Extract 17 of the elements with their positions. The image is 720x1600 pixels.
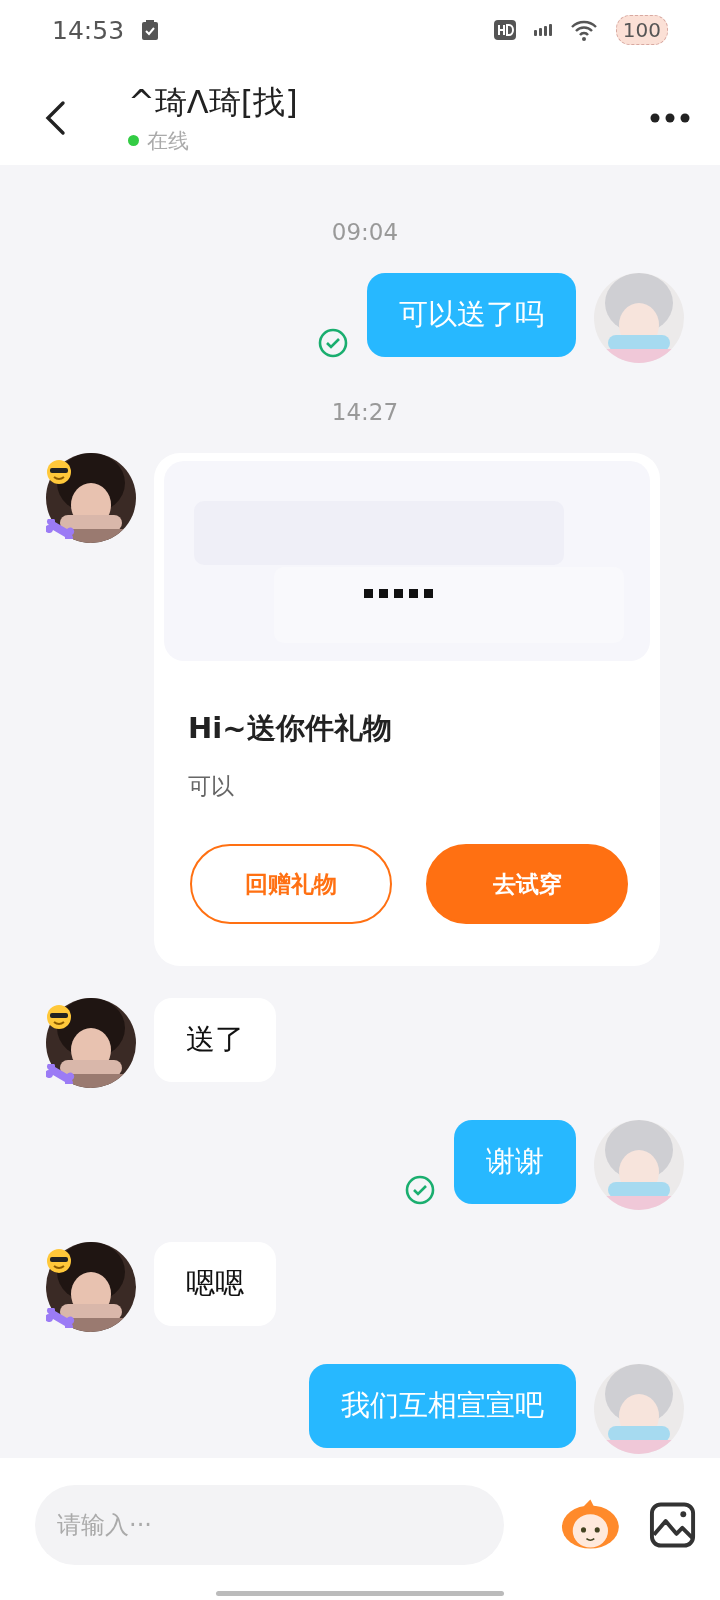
message-time: 09:04 (331, 219, 399, 245)
gift-action-button[interactable]: 去试穿 (426, 844, 628, 924)
message-input[interactable]: 请输入··· (35, 1485, 505, 1565)
status-time: 14:53 (52, 15, 125, 45)
gift-card[interactable]: Hi~送你件礼物 可以 回赠礼物 去试穿 (154, 453, 660, 966)
battery-level: 100 (615, 15, 668, 45)
gift-title: Hi~送你件礼物 (188, 710, 393, 747)
message-bubble: 嗯嗯 (154, 1242, 276, 1326)
message-bubble: 我们互相宣宣吧 (309, 1364, 576, 1448)
gift-message: 可以 (188, 772, 235, 801)
message-bubble: 送了 (154, 998, 276, 1082)
message-bubble: 可以送了吗 (367, 273, 576, 357)
message-bubble: 谢谢 (454, 1120, 576, 1204)
message-time: 14:27 (331, 399, 399, 425)
gift-action-button[interactable]: 回赠礼物 (190, 844, 392, 924)
presence-status: 在线 (147, 127, 189, 155)
chat-title: ^琦Λ琦[找] (128, 81, 298, 123)
